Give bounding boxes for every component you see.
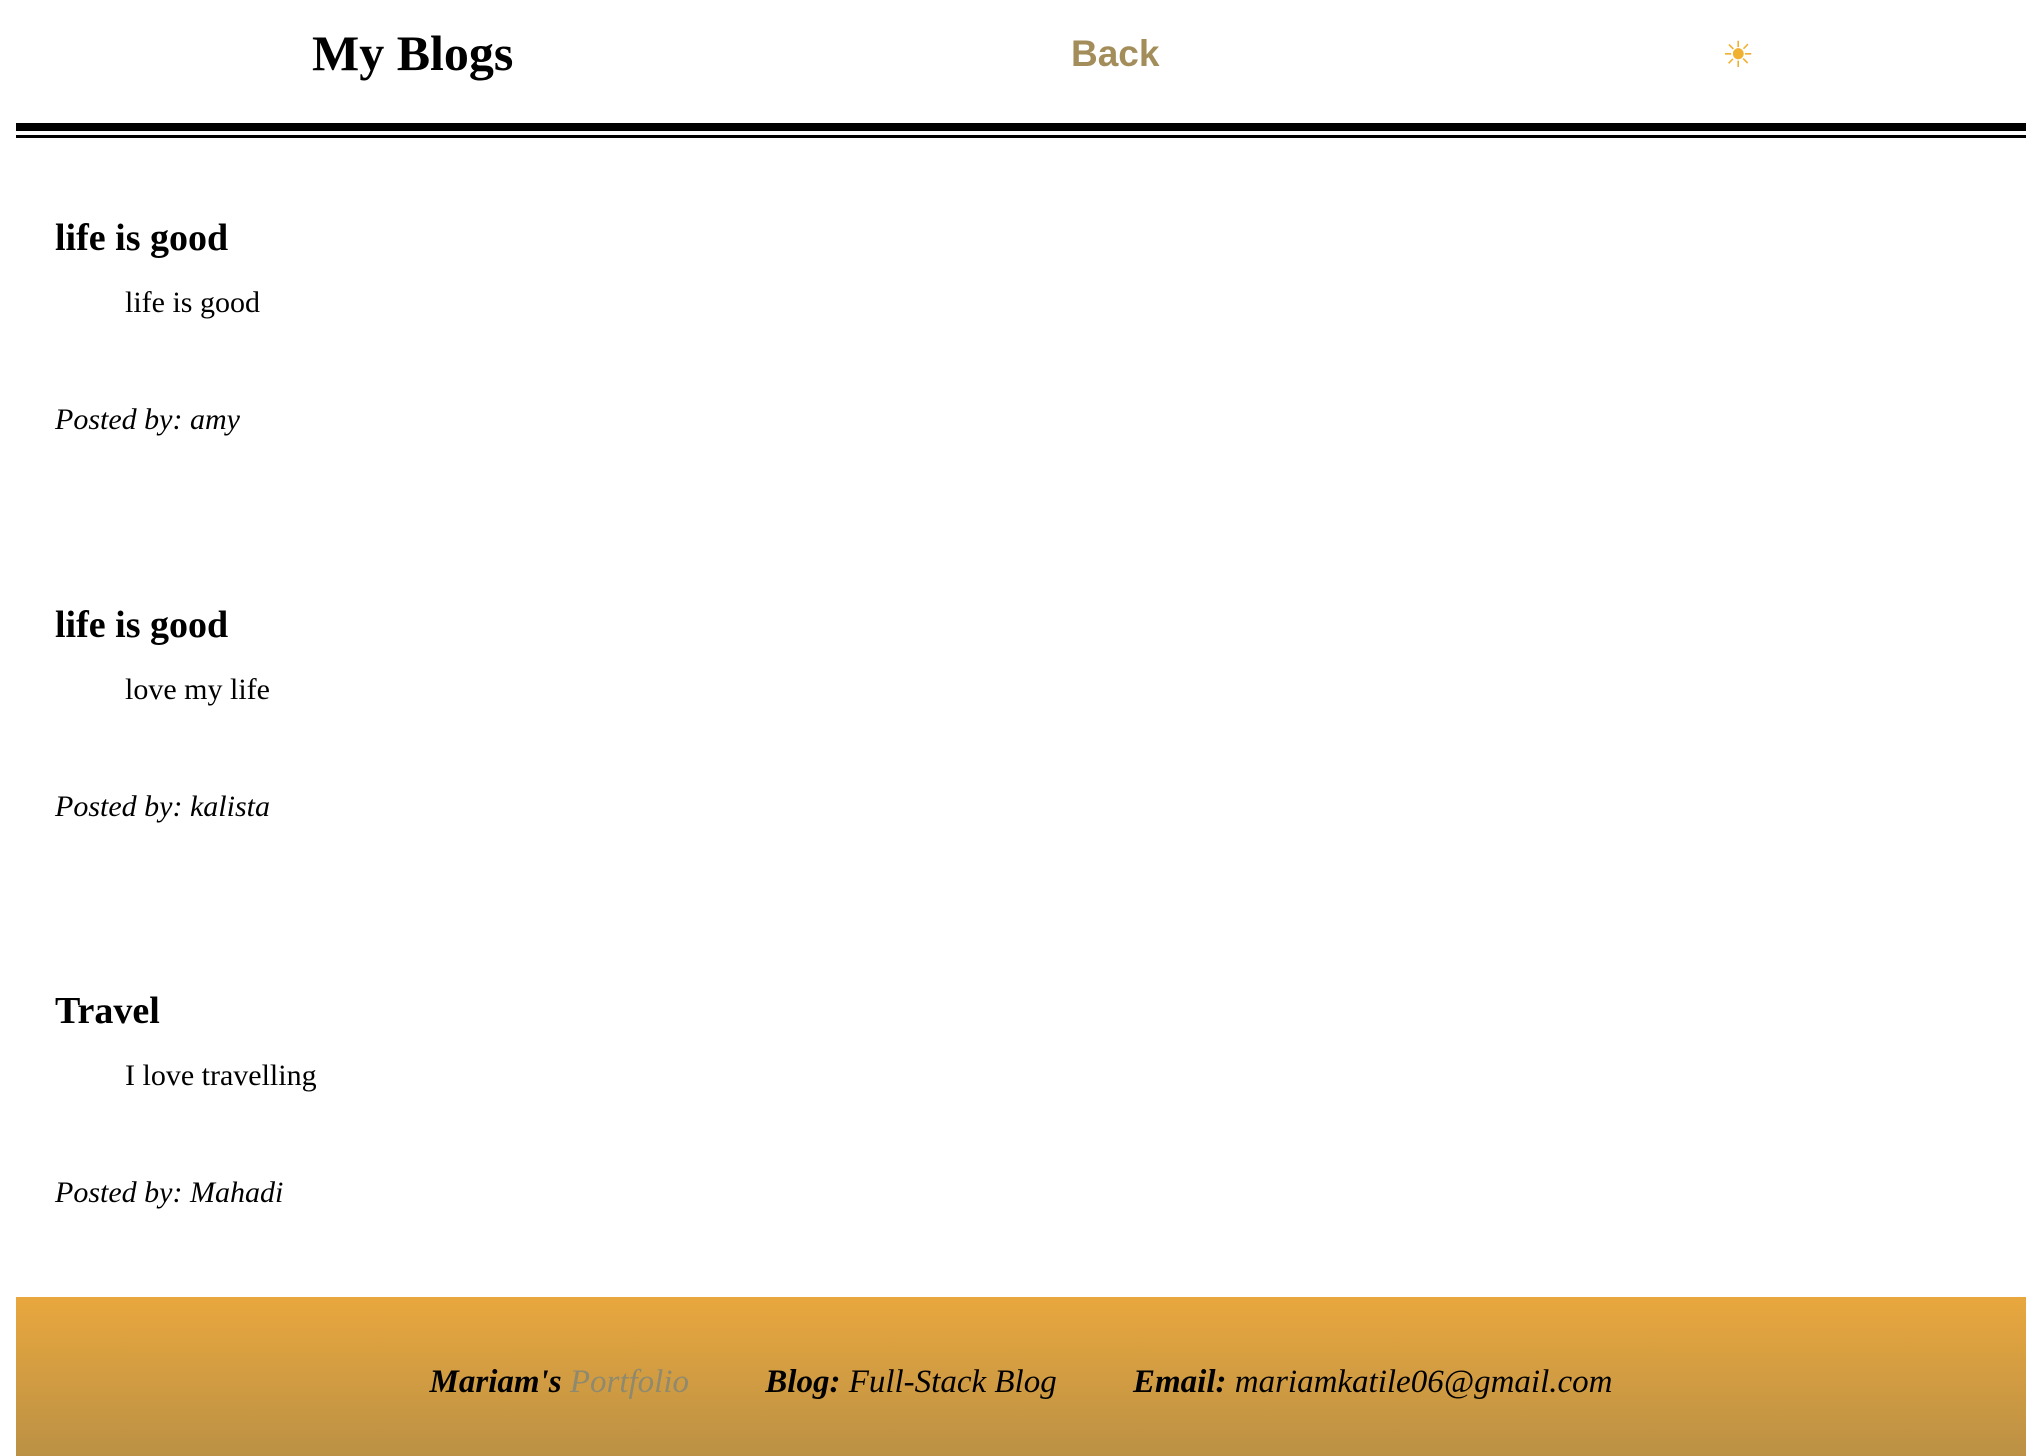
header: My Blogs Back ☀ — [16, 0, 2026, 123]
footer: Mariam's Portfolio Blog: Full-Stack Blog… — [16, 1297, 2026, 1456]
blog-post: life is good love my life Posted by: kal… — [55, 603, 270, 823]
post-body: love my life — [125, 673, 270, 706]
page-title: My Blogs — [312, 25, 514, 81]
footer-owner: Mariam's — [429, 1364, 562, 1400]
portfolio-link[interactable]: Portfolio — [570, 1364, 689, 1400]
blog-label: Blog: — [765, 1364, 841, 1400]
blog-value: Full-Stack Blog — [848, 1364, 1057, 1400]
post-title: life is good — [55, 217, 229, 259]
post-author: Posted by: kalista — [55, 790, 270, 823]
post-title: life is good — [55, 604, 229, 646]
post-author: Posted by: amy — [55, 403, 240, 436]
header-divider-thick — [16, 123, 2026, 131]
blog-post: Travel I love travelling Posted by: Maha… — [55, 989, 317, 1209]
post-author: Posted by: Mahadi — [55, 1176, 284, 1209]
post-title: Travel — [55, 990, 160, 1032]
blog-post: life is good life is good Posted by: amy — [55, 216, 260, 436]
post-body: life is good — [125, 286, 260, 319]
email-label: Email: — [1132, 1364, 1227, 1400]
back-link[interactable]: Back — [1071, 33, 1159, 75]
header-divider-thin — [16, 135, 2026, 138]
sun-icon[interactable]: ☀ — [1722, 34, 1754, 76]
email-value: mariamkatile06@gmail.com — [1234, 1364, 1613, 1400]
post-body: I love travelling — [125, 1059, 317, 1092]
